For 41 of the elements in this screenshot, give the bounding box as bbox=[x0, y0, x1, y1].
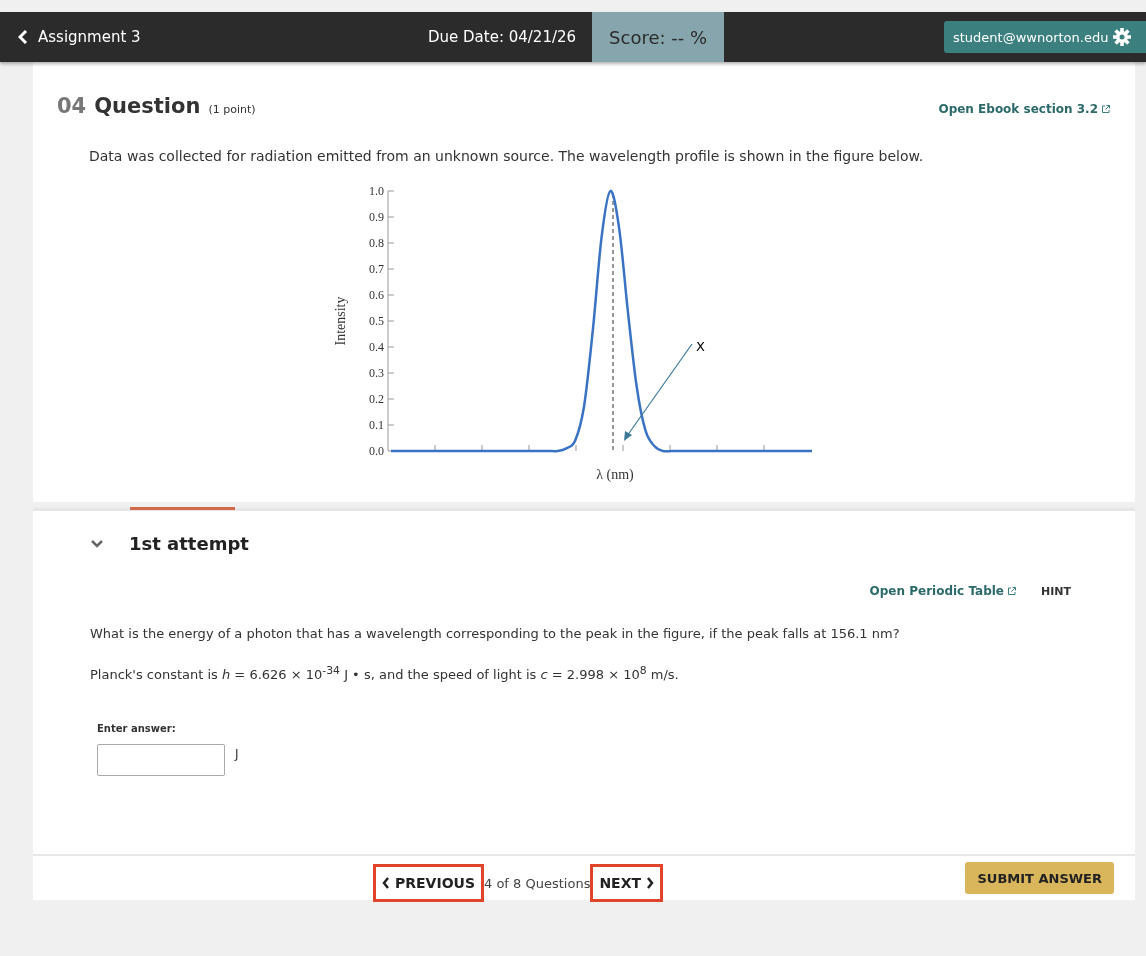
tick-label: 0.6 bbox=[369, 288, 384, 302]
answer-label: Enter answer: bbox=[97, 722, 177, 734]
attempt-title: 1st attempt bbox=[129, 533, 249, 554]
unit-label: J bbox=[235, 746, 239, 761]
question-prompt: Data was collected for radiation emitted from an unknown source. The wavelength profile is shown in the figure below. bbox=[89, 148, 925, 164]
question-title: Question bbox=[94, 94, 201, 118]
tick-label: 0.0 bbox=[369, 444, 384, 458]
previous-button[interactable]: PREVIOUS bbox=[373, 864, 484, 902]
tick-label: 0.2 bbox=[369, 392, 384, 406]
question-number: 04 bbox=[57, 94, 87, 118]
caret-icon[interactable] bbox=[91, 539, 103, 548]
question-points: (1 point) bbox=[208, 103, 256, 116]
tick-label: 0.8 bbox=[369, 236, 384, 250]
answer-field[interactable] bbox=[97, 743, 225, 776]
axis-label: Intensity bbox=[333, 296, 348, 346]
periodic-table-link[interactable]: Open Periodic Table bbox=[869, 584, 1017, 598]
tick-label: 1.0 bbox=[369, 184, 384, 198]
ebook-link[interactable]: Open Ebook section 3.2 bbox=[938, 102, 1111, 116]
due-date: Due Date: 04/21/26 bbox=[428, 28, 577, 46]
back-link[interactable]: Assignment 3 bbox=[18, 28, 428, 46]
settings-icon bbox=[1112, 27, 1133, 47]
external-link-icon bbox=[1007, 586, 1017, 596]
chevron-right-icon bbox=[646, 877, 655, 889]
tick-label: 0.5 bbox=[369, 314, 384, 328]
annotation-label: X bbox=[696, 339, 705, 354]
score-display: Score: -- % bbox=[592, 12, 725, 62]
next-button[interactable]: NEXT bbox=[590, 864, 664, 902]
submit-button[interactable]: SUBMIT ANSWER bbox=[965, 862, 1114, 894]
axis-label: λ (nm) bbox=[596, 467, 634, 482]
tick-label: 0.4 bbox=[369, 340, 384, 354]
tick-label: 0.1 bbox=[369, 418, 384, 432]
tick-label: 0.3 bbox=[369, 366, 384, 380]
tick-label: 0.7 bbox=[369, 262, 384, 276]
tick-label: 0.9 bbox=[369, 210, 384, 224]
chevron-left-icon bbox=[18, 30, 28, 44]
external-link-icon bbox=[1101, 104, 1111, 114]
question-text: Planck's constant is h = 6.626 × 10$^{-34}$ J • s, and the speed of light is c = 2.998 × 10$^{8}$ m/s. bbox=[90, 663, 680, 683]
user-menu-button[interactable]: student@wwnorton.edu bbox=[944, 21, 1146, 53]
hint-button[interactable]: HINT bbox=[1041, 584, 1071, 598]
question-text: What is the energy of a photon that has a wavelength corresponding to the peak in the figure, if the peak falls at 156.1 nm? bbox=[90, 626, 901, 642]
chevron-left-icon bbox=[382, 877, 390, 889]
